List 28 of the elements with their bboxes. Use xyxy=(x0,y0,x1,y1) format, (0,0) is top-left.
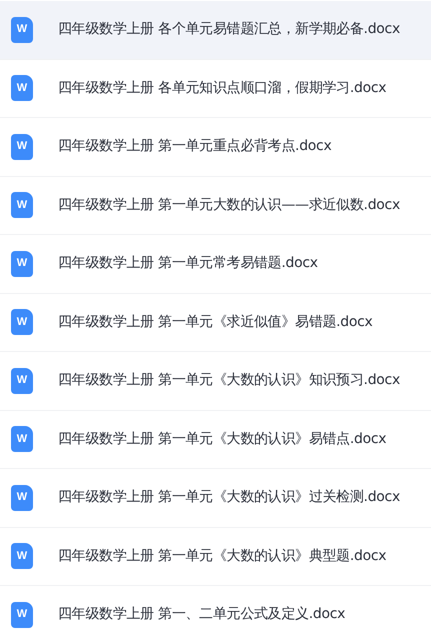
file-name: 四年级数学上册 第一单元重点必背考点.docx xyxy=(58,137,332,156)
word-document-icon: W xyxy=(11,192,33,218)
file-name: 四年级数学上册 各个单元易错题汇总，新学期必备.docx xyxy=(58,20,400,40)
word-document-icon: W xyxy=(11,309,33,336)
file-name: 四年级数学上册 各单元知识点顺口溜，假期学习.docx xyxy=(58,78,386,98)
word-document-icon: W xyxy=(11,134,33,160)
word-document-icon: W xyxy=(11,75,33,102)
word-document-icon: W xyxy=(11,426,33,452)
file-name: 四年级数学上册 第一、二单元公式及定义.docx xyxy=(58,605,346,624)
file-row[interactable]: W 四年级数学上册 各个单元易错题汇总，新学期必备.docx xyxy=(0,1,431,60)
word-document-icon: W xyxy=(11,16,33,43)
file-row[interactable]: W 四年级数学上册 第一单元大数的认识——求近似数.docx xyxy=(0,176,431,235)
file-name: 四年级数学上册 第一单元《大数的认识》易错点.docx xyxy=(58,430,386,449)
word-document-icon: W xyxy=(11,484,33,511)
file-name: 四年级数学上册 第一单元《大数的认识》过关检测.docx xyxy=(58,488,400,508)
file-row[interactable]: W 四年级数学上册 第一单元《求近似值》易错题.docx xyxy=(0,294,431,352)
file-name: 四年级数学上册 第一单元常考易错题.docx xyxy=(58,254,318,274)
file-row[interactable]: W 四年级数学上册 第一单元《大数的认识》典型题.docx xyxy=(0,528,431,586)
file-row[interactable]: W 四年级数学上册 第一单元《大数的认识》易错点.docx xyxy=(0,410,431,469)
word-document-icon: W xyxy=(11,368,33,394)
file-name: 四年级数学上册 第一单元大数的认识——求近似数.docx xyxy=(58,196,400,215)
file-name: 四年级数学上册 第一单元《大数的认识》典型题.docx xyxy=(58,546,386,566)
file-row[interactable]: W 四年级数学上册 各单元知识点顺口溜，假期学习.docx xyxy=(0,60,431,118)
word-document-icon: W xyxy=(11,543,33,570)
file-name: 四年级数学上册 第一单元《大数的认识》知识预习.docx xyxy=(58,371,400,390)
file-name: 四年级数学上册 第一单元《求近似值》易错题.docx xyxy=(58,312,373,332)
word-document-icon: W xyxy=(11,250,33,277)
word-document-icon: W xyxy=(11,602,33,628)
